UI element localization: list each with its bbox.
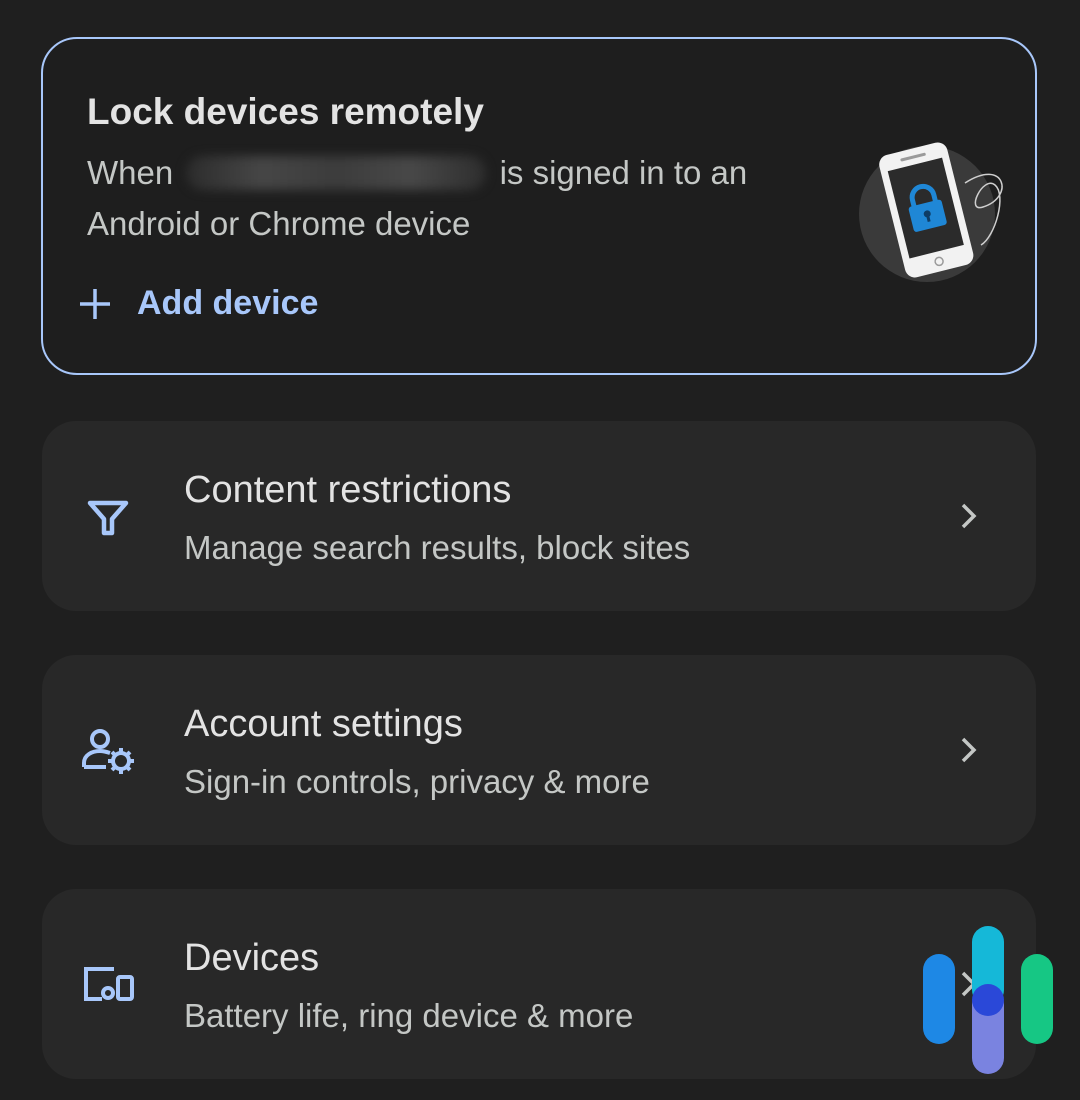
filter-icon <box>87 500 129 536</box>
lock-devices-title: Lock devices remotely <box>87 91 484 132</box>
content-restrictions-subtitle: Manage search results, block sites <box>184 529 691 566</box>
account-settings-title: Account settings <box>184 703 463 745</box>
add-device-label: Add device <box>137 284 319 322</box>
lock-devices-description: When is signed in to an Android or Chrom… <box>87 147 807 249</box>
redacted-account-name <box>186 156 487 190</box>
description-prefix: When <box>87 154 174 191</box>
add-device-button[interactable]: Add device <box>79 284 318 323</box>
devices-icon <box>84 967 134 1001</box>
account-settings-subtitle: Sign-in controls, privacy & more <box>184 763 650 800</box>
devices-subtitle: Battery life, ring device & more <box>184 997 634 1034</box>
chevron-right-icon <box>961 737 977 763</box>
chevron-right-icon <box>961 503 977 529</box>
brand-logo <box>923 926 1053 1074</box>
account-settings-icon <box>82 729 134 774</box>
plus-icon <box>80 288 110 319</box>
phone-lock-illustration <box>859 142 1003 282</box>
content-restrictions-title: Content restrictions <box>184 469 512 511</box>
devices-item[interactable]: Devices Battery life, ring device & more <box>42 889 1036 1079</box>
account-settings-item[interactable]: Account settings Sign-in controls, priva… <box>42 655 1036 845</box>
lock-devices-card: Lock devices remotely When is signed in … <box>41 37 1037 375</box>
content-restrictions-item[interactable]: Content restrictions Manage search resul… <box>42 421 1036 611</box>
devices-title: Devices <box>184 937 320 979</box>
